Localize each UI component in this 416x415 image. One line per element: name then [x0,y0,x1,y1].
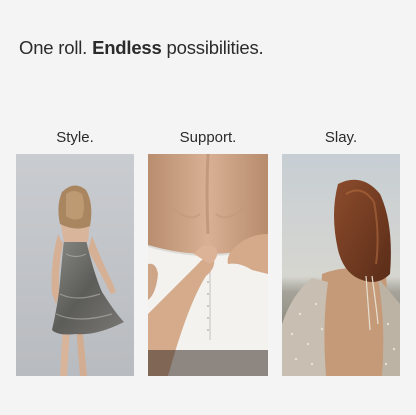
style-photo [16,154,134,376]
style-column: Style. [16,128,134,376]
headline: One roll. Endless possibilities. [19,37,264,59]
slay-caption: Slay. [324,129,358,146]
support-photo [148,154,268,376]
slay-photo [282,154,400,376]
headline-text: One roll. [19,37,93,58]
headline-emphasis: Endless [92,37,162,58]
support-caption: Support. [179,129,237,146]
support-column: Support. [148,128,268,376]
headline-text-end: possibilities. [161,37,264,58]
slay-column: Slay. [282,128,400,376]
style-caption: Style. [56,129,94,146]
